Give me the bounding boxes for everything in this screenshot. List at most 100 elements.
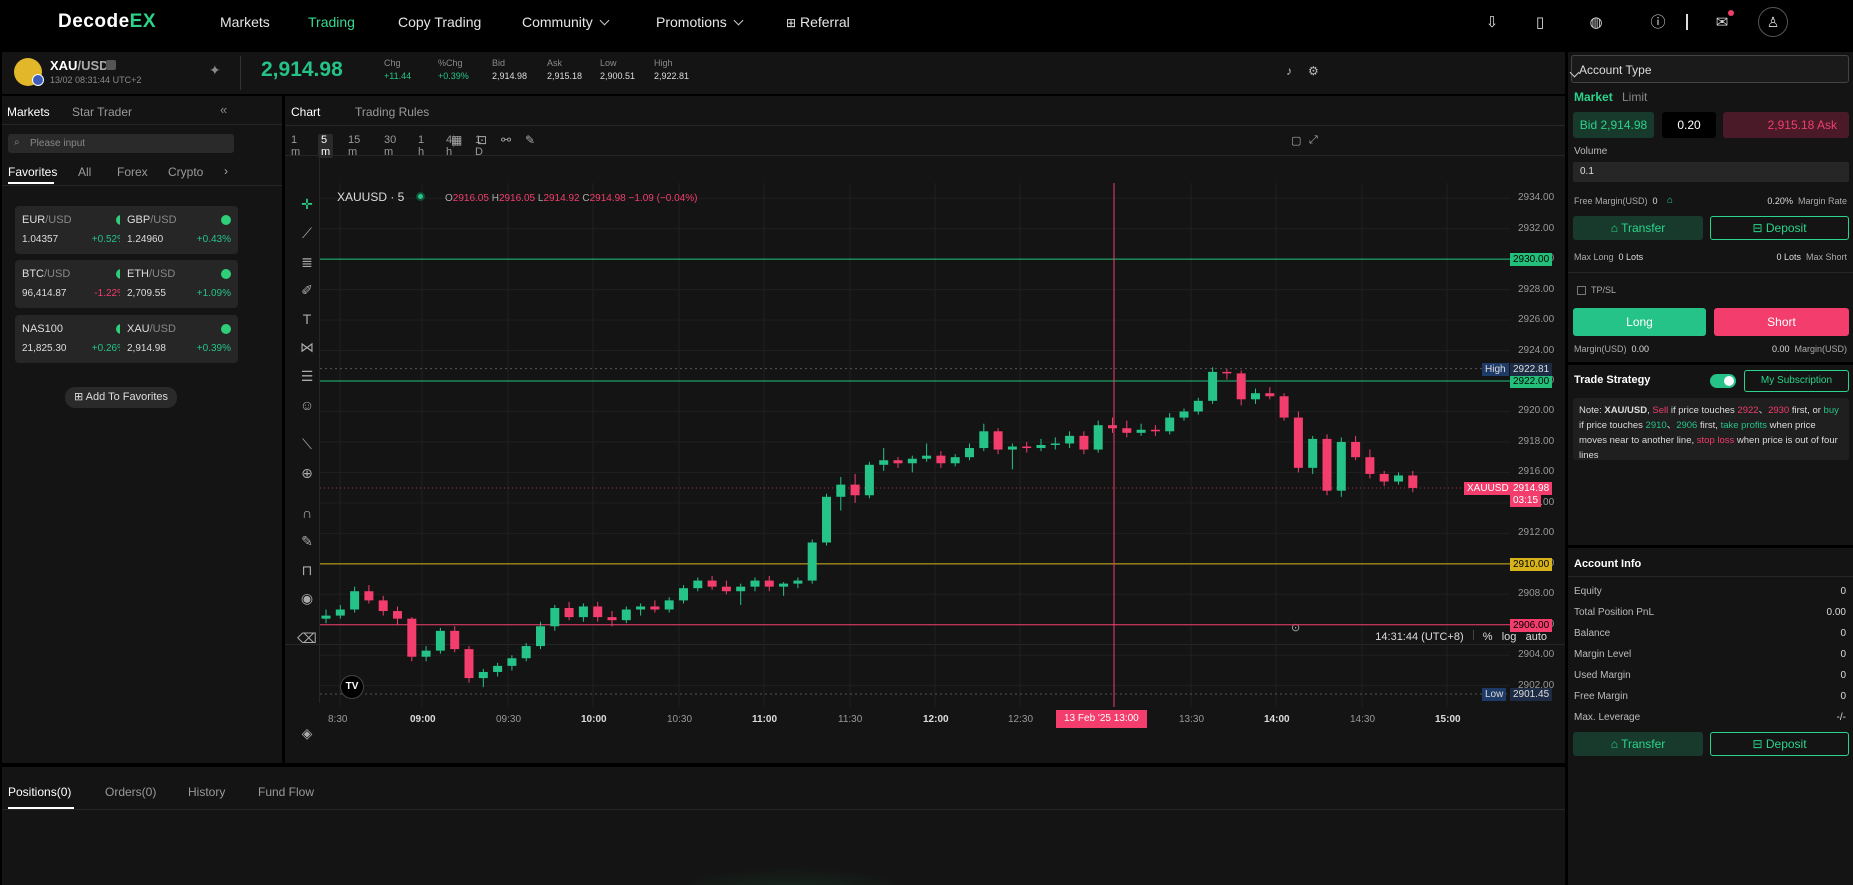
compare-icon[interactable]: ⚯ [501,133,511,147]
chevron-down-icon [599,15,610,26]
eye-icon[interactable]: ◉ [297,588,317,608]
symbol-dropdown-icon[interactable] [106,60,116,70]
pattern-icon[interactable]: ⋈ [297,337,317,357]
layers-icon[interactable]: ◈ [297,723,317,743]
trash-icon[interactable]: ⌫ [297,628,317,648]
nav-copy-trading[interactable]: Copy Trading [398,14,481,30]
collapse-icon[interactable]: « [220,102,227,117]
crosshair-icon[interactable]: ✛ [297,194,317,214]
nav-markets[interactable]: Markets [220,14,270,30]
zoom-in-icon[interactable]: ⊕ [297,463,317,483]
measure-lines-icon[interactable]: ☰ [297,366,317,386]
account-deposit-button[interactable]: ⊟ Deposit [1710,732,1849,756]
quantity-input[interactable]: 0.20 [1662,112,1716,138]
transfer-button[interactable]: ⌂ Transfer [1573,216,1703,240]
download-icon[interactable]: ⇩ [1482,13,1502,33]
chevron-right-icon[interactable]: › [224,164,228,178]
draw-pencil-icon[interactable]: ✎ [525,133,535,147]
mobile-icon[interactable]: ▯ [1530,13,1550,33]
mail-icon[interactable]: ✉ [1712,13,1732,33]
search-box[interactable]: ⌕ Please input [8,134,234,153]
my-subscription-button[interactable]: My Subscription [1744,370,1849,392]
indicators-icon[interactable]: ⊡ [477,133,487,147]
account-row-value: -/- [1836,712,1846,723]
candle [1394,472,1403,485]
magnet-icon[interactable]: ∩ [297,503,317,523]
symbol-name[interactable]: XAU/USD [50,58,109,73]
short-button[interactable]: Short [1714,308,1849,336]
brand-logo[interactable]: DecodeEX [58,11,156,33]
tab-markets[interactable]: Markets [7,105,50,119]
text-icon[interactable]: T [297,309,317,329]
check-icon [221,215,231,225]
filter-forex[interactable]: Forex [117,165,148,179]
ruler-icon[interactable]: ⟍ [297,434,317,454]
strategy-toggle[interactable] [1710,374,1736,388]
add-symbol-icon[interactable]: ✦ [209,62,221,79]
nav-trading[interactable]: Trading [308,14,355,30]
account-transfer-button[interactable]: ⌂ Transfer [1573,732,1703,756]
market-card-nas100[interactable]: NAS100 21,825.30 +0.26% [15,315,133,363]
help-icon[interactable]: ⓘ [1648,13,1668,33]
trendline-icon[interactable]: ⟋ [297,223,317,243]
fib-lines-icon[interactable]: ≣ [297,252,317,272]
market-card-ethusd[interactable]: ETH/USD 2,709.55 +1.09% [120,260,238,308]
tab-history[interactable]: History [188,785,225,799]
market-card-xauusd[interactable]: XAU/USD 2,914.98 +0.39% [120,315,238,363]
user-avatar-icon[interactable]: ♙ [1758,7,1788,37]
candle-body [822,496,831,543]
candle-body [807,542,817,581]
nav-referral[interactable]: ⊞ Referral [786,14,850,30]
nav-promotions[interactable]: Promotions [656,14,744,30]
brush-icon[interactable]: ✐ [297,280,317,300]
legend-symbol: XAUUSD · 5 [337,190,405,204]
lock-icon[interactable]: ⊓ [297,560,317,580]
deposit-button[interactable]: ⊟ Deposit [1710,216,1849,240]
nav-community[interactable]: Community [522,14,610,30]
long-button[interactable]: Long [1573,308,1706,336]
filter-crypto[interactable]: Crypto [168,165,203,179]
gear-icon[interactable]: ⚙ [1308,64,1319,78]
tab-fund-flow[interactable]: Fund Flow [258,785,314,799]
tab-positions[interactable]: Positions(0) [8,785,71,799]
account-type-select[interactable]: Account Type [1569,55,1849,83]
globe-icon[interactable]: ◍ [1586,13,1606,33]
time-axis[interactable]: 8:30 09:00 09:30 10:00 10:30 11:00 11:30 12:00 1… [320,707,1510,727]
tab-market[interactable]: Market [1574,90,1613,104]
tab-chart[interactable]: Chart [291,105,320,119]
tab-star-trader[interactable]: Star Trader [72,105,132,119]
market-card-btcusd[interactable]: BTC/USD 96,414.87 -1.22% [15,260,133,308]
filter-all[interactable]: All [78,165,91,179]
candle-body [578,606,588,618]
account-row-value: 0 [1840,586,1846,597]
candle [621,606,631,624]
ask-button[interactable]: 2,915.18 Ask [1723,112,1849,138]
tab-limit[interactable]: Limit [1622,90,1647,104]
tab-orders[interactable]: Orders(0) [105,785,156,799]
tab-trading-rules[interactable]: Trading Rules [355,105,429,119]
lock-drawing-icon[interactable]: ✎ [297,531,317,551]
bid-button[interactable]: Bid 2,914.98 [1573,112,1654,138]
search-input[interactable]: Please input [30,138,85,149]
candle-body [993,431,1003,450]
volume-input[interactable]: 0.1 [1573,162,1849,182]
market-card-gbpusd[interactable]: GBP/USD 1.24960 +0.43% [120,206,238,254]
add-to-favorites-button[interactable]: ⊞ Add To Favorites [65,387,177,408]
emoji-icon[interactable]: ☺ [297,395,317,415]
candle [421,646,431,662]
market-card-eurusd[interactable]: EUR/USD 1.04357 +0.52% [15,206,133,254]
filter-favorites[interactable]: Favorites [8,165,57,179]
max-short: 0 Lots Max Short [1776,252,1847,262]
screenshot-icon[interactable]: ▢ [1291,134,1301,147]
last-price: 2,914.98 [261,58,343,81]
fullscreen-icon[interactable]: ⤢ [1309,134,1318,147]
candlestick-chart[interactable] [320,183,1565,707]
wallet-icon[interactable]: ⌂ [1667,195,1673,206]
tpsl-checkbox[interactable] [1577,286,1586,295]
deposit-icon: ⊟ [1752,221,1763,235]
bell-icon[interactable]: ♪ [1286,64,1292,78]
strategy-line-tag: 2930.00 [1510,253,1553,267]
divider [2,809,1565,810]
candle-type-icon[interactable]: ▦ [451,133,462,147]
chg-value: +11.44 [384,71,412,81]
